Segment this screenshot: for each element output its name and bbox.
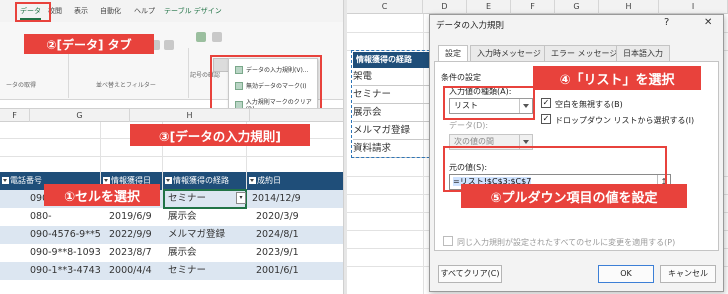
cell-dropdown-icon[interactable]: ▾: [236, 192, 246, 204]
column-header-row: F G H: [0, 108, 343, 123]
apply-all-checkbox[interactable]: [443, 236, 453, 246]
cell-phone[interactable]: 090-9**8-1093: [30, 244, 101, 262]
column-header[interactable]: G: [555, 0, 599, 14]
cell-date[interactable]: 2023/8/7: [109, 244, 152, 262]
column-header[interactable]: F: [0, 109, 30, 123]
column-header[interactable]: H: [599, 0, 659, 14]
cell-date[interactable]: 2019/6/9: [109, 208, 152, 226]
cell-contract[interactable]: 2024/8/1: [256, 226, 299, 244]
cell-contract[interactable]: 2001/6/1: [256, 262, 299, 280]
tab-settings[interactable]: 設定: [438, 45, 468, 62]
ok-button[interactable]: OK: [598, 265, 654, 283]
tab-ime[interactable]: 日本語入力: [616, 45, 670, 61]
group-label-sort-filter: 並べ替えとフィルター: [96, 82, 156, 89]
tab-table-design[interactable]: テーブル デザイン: [164, 6, 222, 16]
column-header[interactable]: F: [511, 0, 555, 14]
in-cell-dropdown-checkbox[interactable]: ✓: [541, 114, 551, 124]
data-tab-highlight: [15, 2, 51, 22]
ribbon-separator: [188, 48, 189, 98]
callout-step-2: ②[データ] タブ: [24, 34, 154, 54]
ribbon-tab-bar: データ 校閲 表示 自動化 ヘルプ テーブル デザイン: [0, 0, 343, 22]
filter-dropdown-icon[interactable]: [2, 177, 9, 184]
cell-route[interactable]: セミナー: [168, 262, 206, 280]
table-header-contract-date[interactable]: 成約日: [247, 172, 343, 190]
cell-contract[interactable]: 2020/3/9: [256, 208, 299, 226]
cell-contract[interactable]: 2014/12/9: [252, 190, 301, 208]
cell-contract[interactable]: 2023/9/1: [256, 244, 299, 262]
left-excel-panel: データ 校閲 表示 自動化 ヘルプ テーブル デザイン ータの取得 並べ替えとフ…: [0, 0, 344, 294]
allow-highlight: [443, 86, 535, 120]
filter-dropdown-icon[interactable]: [165, 177, 172, 184]
data-label: データ(D):: [449, 121, 489, 130]
callout-step-1: ①セルを選択: [44, 184, 160, 206]
flash-fill-icon[interactable]: [212, 32, 222, 42]
cell-date[interactable]: 2000/4/4: [109, 262, 152, 280]
column-header[interactable]: C: [347, 0, 423, 14]
tab-automate[interactable]: 自動化: [100, 6, 121, 16]
group-label-get-data: ータの取得: [6, 82, 37, 89]
callout-step-3: ③[データの入力規則]: [130, 124, 310, 146]
ribbon-separator: [68, 48, 69, 98]
column-header[interactable]: D: [423, 0, 467, 14]
tab-error-alert[interactable]: エラー メッセージ: [544, 45, 625, 61]
cell-date[interactable]: 2022/9/9: [109, 226, 152, 244]
in-cell-dropdown-label: ドロップダウン リストから選択する(I): [555, 116, 695, 125]
clear-all-button[interactable]: すべてクリア(C): [438, 265, 502, 283]
tab-input-message[interactable]: 入力時メッセージ: [470, 45, 548, 61]
cancel-button[interactable]: キャンセル: [660, 265, 716, 283]
filter-dropdown-icon[interactable]: [103, 177, 110, 184]
list-range-marquee: [351, 50, 435, 158]
screenshot-root: データ 校閲 表示 自動化 ヘルプ テーブル デザイン ータの取得 並べ替えとフ…: [0, 0, 728, 294]
column-header[interactable]: G: [30, 109, 130, 123]
column-header[interactable]: E: [467, 0, 511, 14]
cell-phone[interactable]: 090-1**3-4743: [30, 262, 101, 280]
filter-icon[interactable]: [164, 40, 174, 50]
column-header[interactable]: I: [659, 0, 728, 14]
cell-route[interactable]: メルマガ登録: [168, 226, 225, 244]
dialog-title: データの入力規則: [436, 21, 505, 31]
ignore-blank-label: 空白を無視する(B): [555, 100, 623, 109]
cell-route[interactable]: 展示会: [168, 208, 197, 226]
tab-help[interactable]: ヘルプ: [134, 6, 155, 16]
callout-step-4: ④「リスト」を選択: [533, 66, 701, 90]
active-cell-cursor: [163, 189, 247, 209]
filter-dropdown-icon[interactable]: [249, 177, 256, 184]
callout-step-5: ⑤プルダウン項目の値を設定: [461, 184, 687, 208]
column-header[interactable]: H: [130, 109, 250, 123]
cell-route[interactable]: 展示会: [168, 244, 197, 262]
data-tools-icon[interactable]: [196, 32, 206, 42]
apply-all-label: 同じ入力規則が設定されたすべてのセルに変更を適用する(P): [457, 238, 676, 247]
close-button[interactable]: ✕: [704, 17, 712, 28]
right-excel-panel: C D E F G H I 情報獲得の経路 架電 セミナー 展示会 メルマガ登録…: [347, 0, 728, 294]
ignore-blank-checkbox[interactable]: ✓: [541, 98, 551, 108]
help-button[interactable]: ?: [664, 17, 669, 28]
table-row: [0, 280, 343, 294]
cell-phone[interactable]: 080-: [30, 208, 52, 226]
cell-phone[interactable]: 090-4576-9**5: [30, 226, 101, 244]
table-header-route[interactable]: 情報獲得の経路: [163, 172, 246, 190]
condition-label: 条件の設定: [441, 73, 481, 82]
tab-view[interactable]: 表示: [74, 6, 88, 16]
